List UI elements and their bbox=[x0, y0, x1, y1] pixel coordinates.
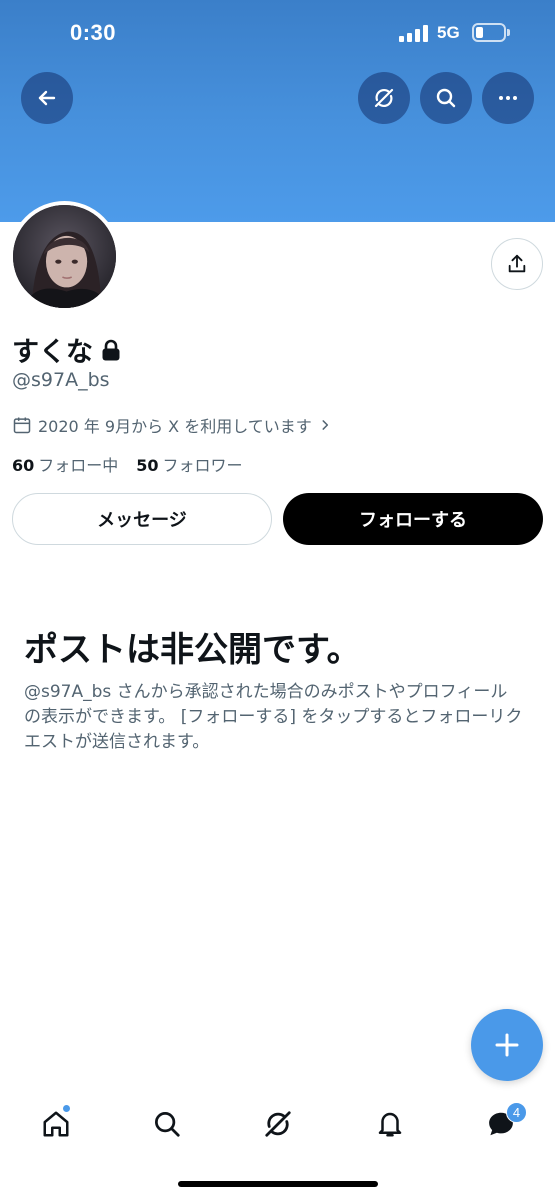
battery-icon bbox=[472, 23, 506, 42]
bottom-nav bbox=[0, 1095, 555, 1155]
follow-button[interactable]: フォローする bbox=[283, 493, 543, 545]
grok-icon bbox=[374, 88, 394, 108]
nav-notifications[interactable] bbox=[373, 1107, 407, 1141]
more-button[interactable] bbox=[482, 72, 534, 124]
follow-stats: 60 フォロー中 50 フォロワー bbox=[12, 452, 261, 476]
grok-button[interactable] bbox=[358, 72, 410, 124]
share-icon bbox=[508, 254, 526, 273]
search-button[interactable] bbox=[420, 72, 472, 124]
avatar-photo bbox=[13, 205, 116, 308]
status-bar: 0:30 5G bbox=[0, 0, 555, 66]
followers-link[interactable]: 50 フォロワー bbox=[136, 452, 242, 476]
private-notice-description: @s97A_bs さんから承認された場合のみポストやプロフィールの表示ができます… bbox=[24, 682, 523, 752]
back-button[interactable] bbox=[21, 72, 73, 124]
nav-grok[interactable] bbox=[261, 1107, 295, 1141]
grok-icon bbox=[265, 1111, 291, 1137]
private-notice-title: ポストは非公開です。 bbox=[24, 630, 361, 670]
following-label: フォロー中 bbox=[38, 456, 119, 475]
chevron-right-icon bbox=[322, 420, 328, 430]
followers-count: 50 bbox=[136, 456, 159, 475]
battery-nub bbox=[507, 29, 510, 36]
more-horizontal-icon bbox=[499, 96, 517, 100]
home-icon bbox=[43, 1111, 69, 1137]
following-link[interactable]: 60 フォロー中 bbox=[12, 452, 118, 476]
bell-icon bbox=[378, 1112, 402, 1137]
network-type: 5G bbox=[437, 23, 460, 42]
compose-post-button[interactable] bbox=[471, 1009, 543, 1081]
joined-date-link[interactable]: 2020 年 9月から X を利用しています bbox=[12, 413, 338, 437]
search-icon bbox=[155, 1112, 180, 1137]
following-count: 60 bbox=[12, 456, 35, 475]
arrow-left-icon bbox=[38, 90, 56, 106]
search-icon bbox=[436, 88, 456, 108]
signal-icon bbox=[399, 25, 429, 42]
followers-label: フォロワー bbox=[162, 456, 243, 475]
avatar[interactable] bbox=[9, 201, 120, 312]
calendar-icon bbox=[13, 417, 31, 434]
joined-text: 2020 年 9月から X を利用しています bbox=[38, 417, 312, 436]
home-indicator[interactable] bbox=[178, 1181, 378, 1187]
name-row: すくな bbox=[12, 330, 121, 369]
message-button[interactable]: メッセージ bbox=[12, 493, 272, 545]
status-time: 0:30 bbox=[70, 20, 117, 45]
share-button[interactable] bbox=[491, 238, 543, 290]
lock-icon bbox=[102, 339, 120, 360]
plus-icon bbox=[495, 1033, 519, 1057]
display-name: すくな bbox=[12, 337, 93, 368]
nav-search[interactable] bbox=[150, 1107, 184, 1141]
messages-badge: 4 bbox=[506, 1102, 527, 1123]
user-handle: @s97A_bs bbox=[12, 369, 110, 391]
home-unread-dot bbox=[62, 1104, 71, 1113]
